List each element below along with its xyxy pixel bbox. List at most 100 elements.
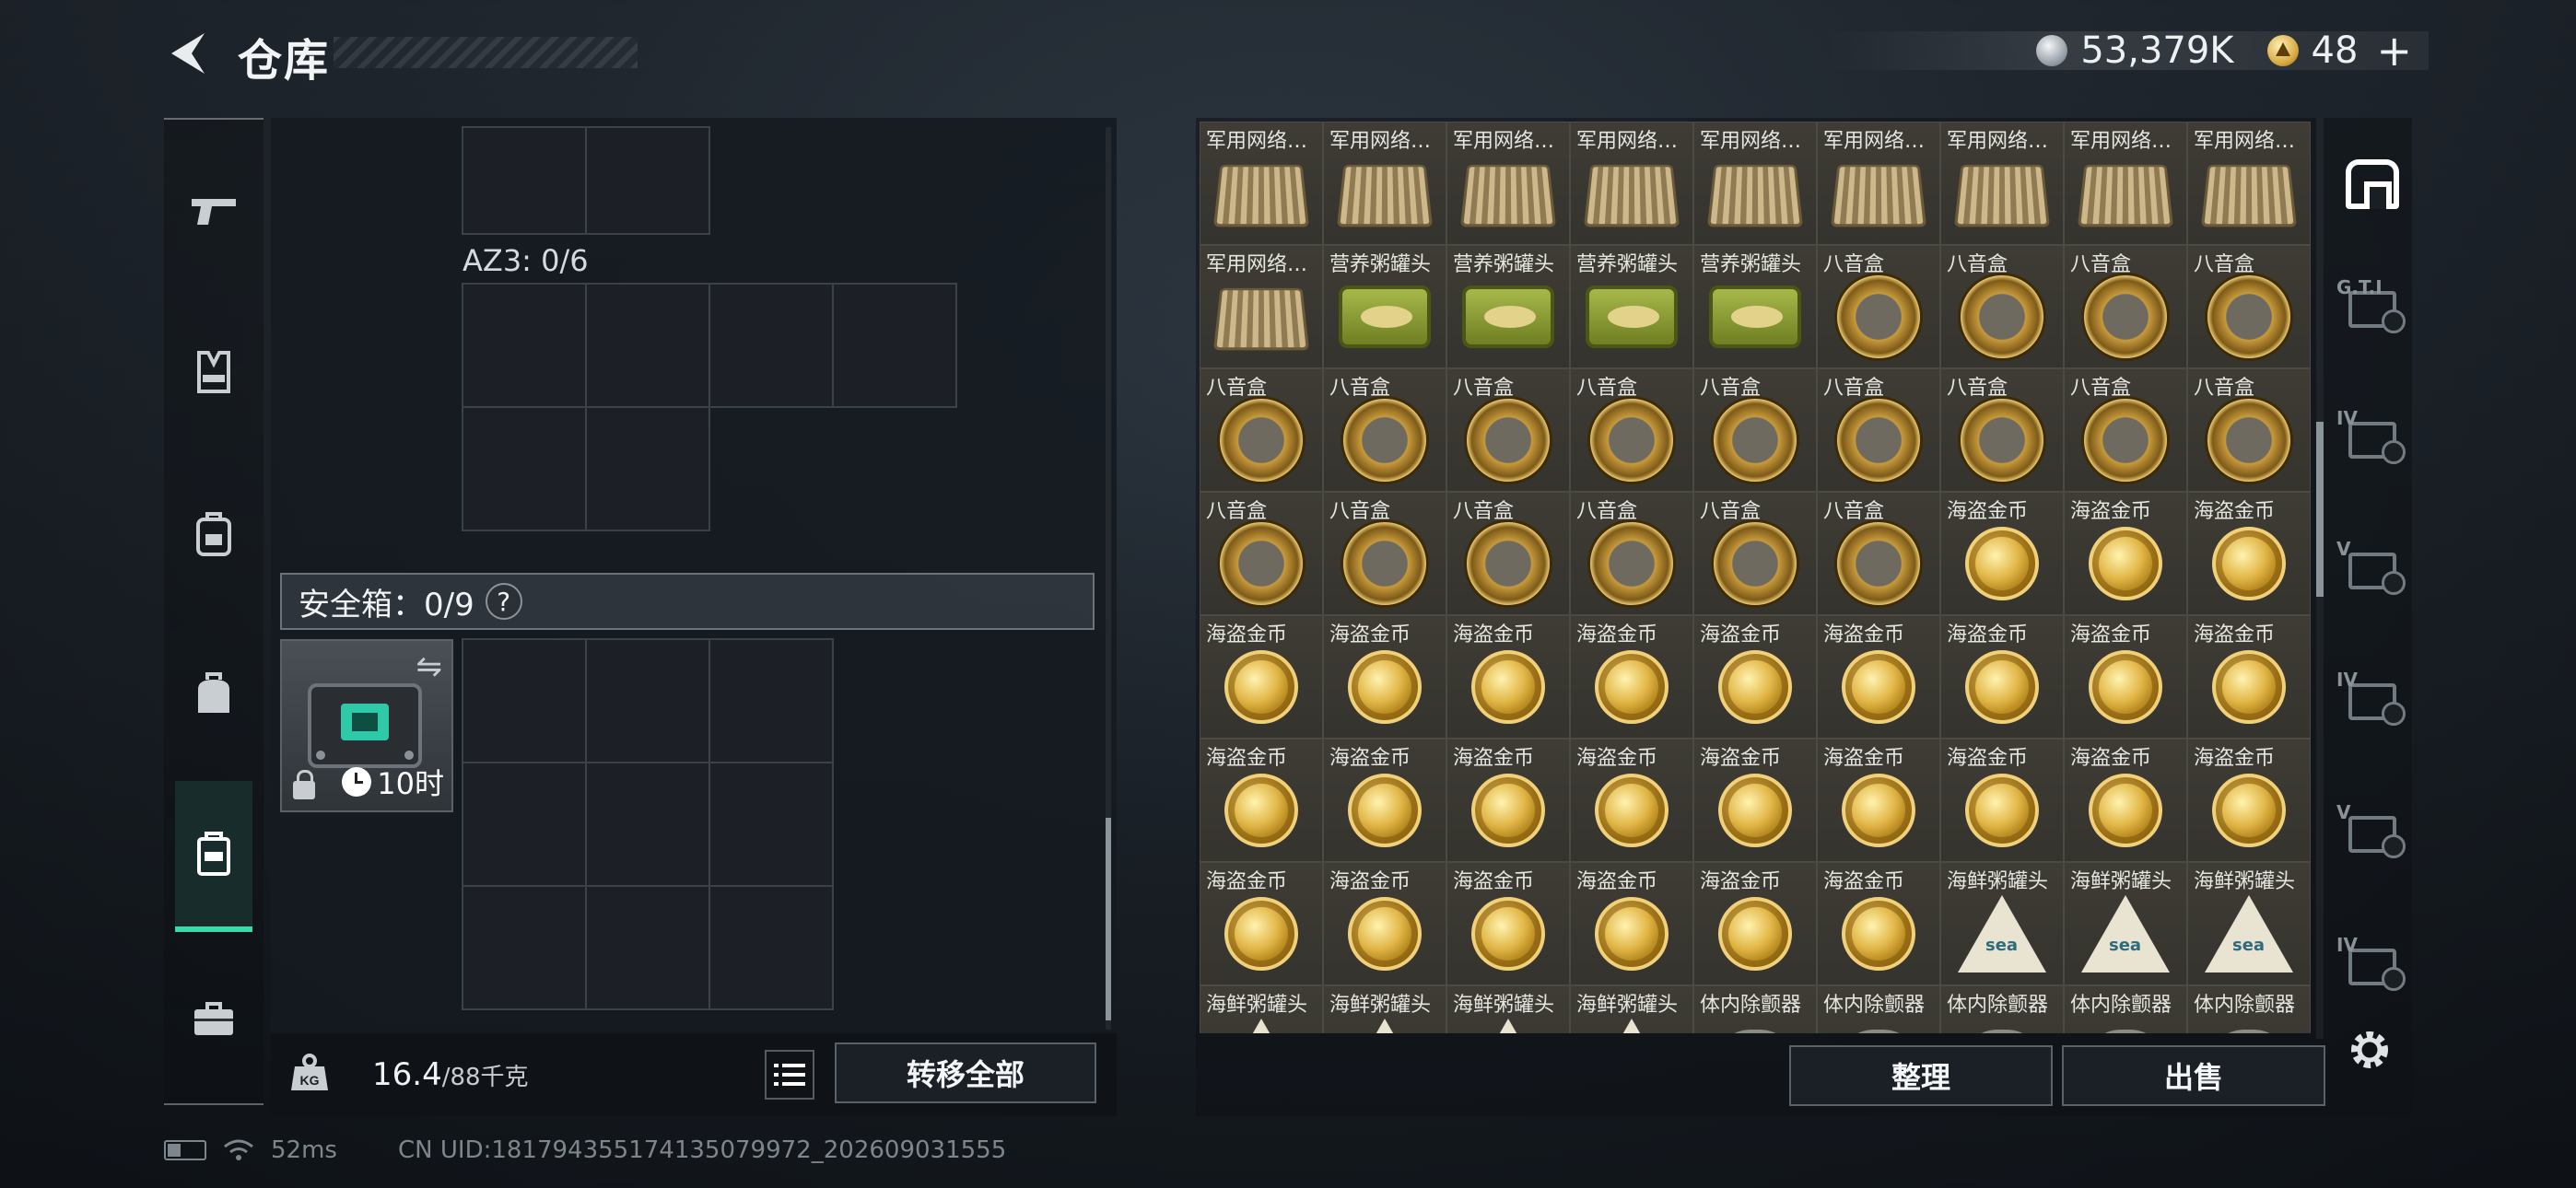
- storage-item[interactable]: 海盗金币: [2186, 614, 2311, 740]
- storage-item[interactable]: 军用网络…: [1200, 244, 1324, 369]
- storage-item[interactable]: 海盗金币: [1692, 861, 1818, 986]
- storage-item[interactable]: 八音盒: [1816, 244, 1941, 369]
- storage-item[interactable]: 海盗金币: [1569, 861, 1694, 986]
- storage-item[interactable]: 体内除颤器: [1816, 984, 1941, 1033]
- storage-item[interactable]: 八音盒: [2063, 244, 2188, 369]
- storage-item[interactable]: 八音盒: [1692, 491, 1818, 616]
- safebox-item[interactable]: ⇋ 10时: [280, 639, 453, 812]
- gear-icon[interactable]: [2344, 1024, 2395, 1076]
- storage-item[interactable]: 八音盒: [2186, 244, 2311, 369]
- slot[interactable]: [708, 283, 834, 408]
- storage-item[interactable]: 海盗金币: [1939, 738, 2065, 863]
- back-button[interactable]: [164, 28, 216, 79]
- storage-item[interactable]: 军用网络…: [1569, 122, 1694, 246]
- storage-item[interactable]: 八音盒: [1322, 367, 1447, 493]
- scroll-thumb[interactable]: [1106, 818, 1111, 1020]
- slot[interactable]: [462, 762, 587, 887]
- slot[interactable]: [585, 762, 710, 887]
- storage-item[interactable]: 军用网络…: [2063, 122, 2188, 246]
- storage-item[interactable]: 营养粥罐头: [1569, 244, 1694, 369]
- storage-item[interactable]: 海鲜粥罐头: [1322, 984, 1447, 1033]
- storage-item[interactable]: 海盗金币: [1200, 614, 1324, 740]
- storage-item[interactable]: 海盗金币: [1569, 614, 1694, 740]
- slot[interactable]: [832, 283, 957, 408]
- storage-item[interactable]: 海盗金币: [1939, 614, 2065, 740]
- storage-item[interactable]: 八音盒: [1446, 491, 1571, 616]
- storage-item[interactable]: 海盗金币: [1569, 738, 1694, 863]
- storage-item[interactable]: 八音盒: [1446, 367, 1571, 493]
- storage-item[interactable]: 军用网络…: [1446, 122, 1571, 246]
- slot[interactable]: [585, 283, 710, 408]
- storage-item[interactable]: 海盗金币: [2186, 491, 2311, 616]
- storage-item[interactable]: 海鲜粥罐头: [1200, 984, 1324, 1033]
- storage-item[interactable]: 海盗金币: [1446, 738, 1571, 863]
- storage-item[interactable]: 营养粥罐头: [1692, 244, 1818, 369]
- storage-item[interactable]: 八音盒: [1322, 491, 1447, 616]
- help-button[interactable]: ?: [485, 583, 522, 620]
- container-tab-1[interactable]: G.T.I: [2333, 254, 2412, 365]
- slot[interactable]: [708, 885, 834, 1010]
- storage-item[interactable]: 海鲜粥罐头: [1569, 984, 1694, 1033]
- storage-item[interactable]: 海盗金币: [1939, 491, 2065, 616]
- storage-item[interactable]: 海盗金币: [1692, 738, 1818, 863]
- storage-item[interactable]: 军用网络…: [1939, 122, 2065, 246]
- category-safebox[interactable]: [175, 781, 252, 932]
- add-currency-button[interactable]: +: [2376, 26, 2412, 76]
- storage-item[interactable]: 八音盒: [1816, 367, 1941, 493]
- slot[interactable]: [462, 638, 587, 763]
- storage-item[interactable]: 海鲜粥罐头: [1939, 861, 2065, 986]
- slot[interactable]: [585, 638, 710, 763]
- storage-item[interactable]: 八音盒: [1200, 491, 1324, 616]
- storage-item[interactable]: 军用网络…: [1200, 122, 1324, 246]
- storage-item[interactable]: 海盗金币: [1446, 861, 1571, 986]
- container-tab-2[interactable]: IV: [2333, 385, 2412, 495]
- storage-item[interactable]: 八音盒: [1939, 244, 2065, 369]
- slot[interactable]: [708, 762, 834, 887]
- storage-item[interactable]: 八音盒: [1939, 367, 2065, 493]
- storage-item[interactable]: 体内除颤器: [1692, 984, 1818, 1033]
- storage-item[interactable]: 营养粥罐头: [1322, 244, 1447, 369]
- storage-item[interactable]: 体内除颤器: [2063, 984, 2188, 1033]
- slot[interactable]: [462, 126, 587, 235]
- category-bag[interactable]: [164, 648, 263, 740]
- slot[interactable]: [462, 406, 587, 531]
- storage-item[interactable]: 海盗金币: [2063, 614, 2188, 740]
- storage-item[interactable]: 海盗金币: [1200, 861, 1324, 986]
- storage-item[interactable]: 海盗金币: [1200, 738, 1324, 863]
- storage-item[interactable]: 军用网络…: [1692, 122, 1818, 246]
- container-tab-4[interactable]: IV: [2333, 646, 2412, 757]
- storage-item[interactable]: 八音盒: [1200, 367, 1324, 493]
- storage-item[interactable]: 海盗金币: [1816, 614, 1941, 740]
- storage-item[interactable]: 八音盒: [1569, 367, 1694, 493]
- slot[interactable]: [462, 885, 587, 1010]
- storage-item[interactable]: 海盗金币: [2063, 491, 2188, 616]
- storage-item[interactable]: 海鲜粥罐头: [1446, 984, 1571, 1033]
- storage-item[interactable]: 海盗金币: [1816, 738, 1941, 863]
- slot[interactable]: [585, 885, 710, 1010]
- storage-item[interactable]: 海盗金币: [1816, 861, 1941, 986]
- storage-item[interactable]: 营养粥罐头: [1446, 244, 1571, 369]
- container-tab-0[interactable]: [2333, 129, 2412, 239]
- right-scrollbar[interactable]: [2316, 118, 2324, 1039]
- storage-item[interactable]: 体内除颤器: [1939, 984, 2065, 1033]
- slot[interactable]: [585, 406, 710, 531]
- category-backpack[interactable]: [164, 488, 263, 580]
- storage-item[interactable]: 八音盒: [1569, 491, 1694, 616]
- container-tab-5[interactable]: V: [2333, 779, 2412, 890]
- storage-item[interactable]: 八音盒: [1692, 367, 1818, 493]
- storage-item[interactable]: 八音盒: [1816, 491, 1941, 616]
- container-tab-6[interactable]: IV: [2333, 912, 2412, 1022]
- storage-item[interactable]: 军用网络…: [1816, 122, 1941, 246]
- slot[interactable]: [708, 638, 834, 763]
- storage-item[interactable]: 军用网络…: [2186, 122, 2311, 246]
- storage-item[interactable]: 海鲜粥罐头: [2063, 861, 2188, 986]
- storage-item[interactable]: 八音盒: [2063, 367, 2188, 493]
- storage-item[interactable]: 海盗金币: [1322, 738, 1447, 863]
- container-tab-3[interactable]: V: [2333, 516, 2412, 626]
- category-vest[interactable]: [164, 326, 263, 418]
- slot[interactable]: [585, 126, 710, 235]
- storage-item[interactable]: 海盗金币: [2063, 738, 2188, 863]
- sort-button[interactable]: 整理: [1789, 1045, 2053, 1106]
- category-briefcase[interactable]: [164, 973, 263, 1065]
- left-scrollbar[interactable]: [1106, 127, 1111, 1030]
